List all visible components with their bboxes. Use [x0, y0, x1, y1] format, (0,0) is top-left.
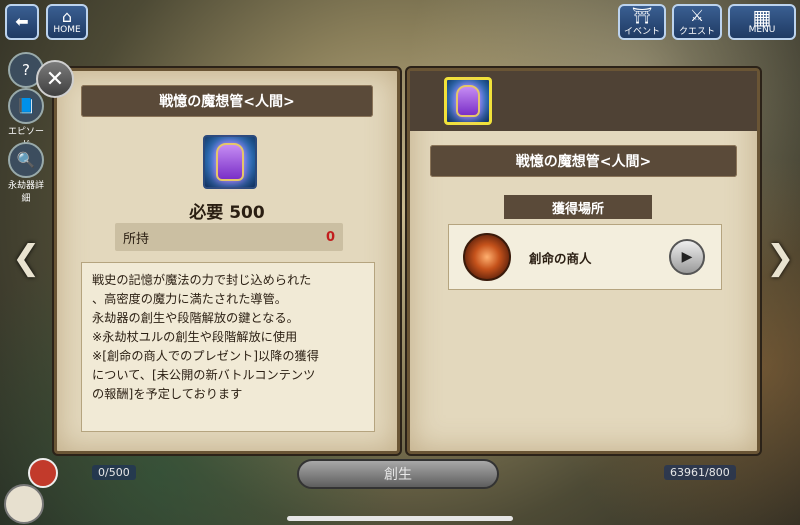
weapon-detail-button[interactable]: 🔍 永劫器詳細 [4, 142, 48, 204]
close-icon: ✕ [45, 66, 65, 92]
acquisition-panel: 戦憶の魔想管<人間> 獲得場所 創命の商人 ▶ [407, 68, 760, 454]
create-button[interactable]: 創生 [297, 459, 499, 489]
left-count: 0/500 [92, 465, 136, 480]
magnifier-icon: 🔍 [8, 142, 44, 178]
event-icon: ⛩ [631, 5, 653, 25]
quest-label: クエスト [678, 26, 715, 37]
owned-label: 所持 [123, 231, 150, 247]
event-button[interactable]: ⛩ イベント [618, 4, 666, 40]
close-button[interactable]: ✕ [36, 60, 74, 98]
acquisition-source-row[interactable]: 創命の商人 ▶ [448, 224, 722, 290]
item-detail-panel: 戦憶の魔想管<人間> 必要 500 所持 0 戦史の記憶が魔法の力で封じ込められ… [54, 68, 400, 454]
required-amount: 必要 500 [57, 198, 397, 223]
prev-arrow-icon[interactable]: ❮ [12, 238, 41, 278]
lantern-icon [456, 85, 480, 117]
people-icon[interactable] [4, 484, 44, 524]
source-label: 創命の商人 [529, 250, 592, 266]
item-title: 戦憶の魔想管<人間> [81, 85, 373, 117]
next-arrow-icon[interactable]: ❯ [766, 238, 795, 278]
quest-icon: ⚔ [689, 5, 705, 25]
quest-button[interactable]: ⚔ クエスト [672, 4, 722, 40]
menu-label: MENU [748, 25, 776, 35]
acquisition-header: 獲得場所 [504, 195, 652, 219]
back-button[interactable]: ⬅ [5, 4, 39, 40]
item-icon [203, 135, 257, 189]
home-icon: ⌂ [61, 7, 73, 26]
lantern-icon [216, 143, 244, 181]
home-label: HOME [53, 25, 81, 35]
owned-row: 所持 0 [115, 223, 343, 251]
menu-button[interactable]: ▦ MENU [728, 4, 796, 40]
merchant-icon [463, 233, 511, 281]
required-label: 必要 [189, 203, 224, 223]
book-icon: 📘 [8, 88, 44, 124]
grid-menu-icon: ▦ [752, 5, 772, 29]
event-label: イベント [623, 26, 660, 37]
home-indicator [287, 516, 513, 521]
weapon-detail-label: 永劫器詳細 [7, 181, 44, 204]
owned-value: 0 [325, 229, 335, 245]
character-chip-icon[interactable] [28, 458, 58, 488]
go-button[interactable]: ▶ [669, 239, 705, 275]
selected-item-icon[interactable] [444, 77, 492, 125]
required-value: 500 [229, 203, 265, 223]
item-description: 戦史の記憶が魔法の力で封じ込められた 、高密度の魔力に満たされた導管。 永劫器の… [81, 262, 375, 432]
home-button[interactable]: ⌂ HOME [46, 4, 88, 40]
item-title-right: 戦憶の魔想管<人間> [430, 145, 737, 177]
back-arrow-icon: ⬅ [15, 12, 29, 31]
episode-button[interactable]: 📘 エピソード [4, 88, 48, 150]
right-count: 63961/800 [664, 465, 736, 480]
play-arrow-icon: ▶ [681, 249, 693, 265]
